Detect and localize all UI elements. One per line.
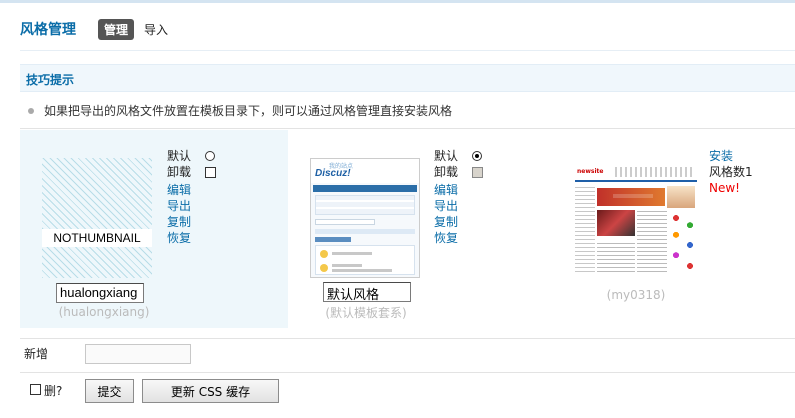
delete-checkbox[interactable] xyxy=(30,384,41,395)
top-border xyxy=(0,0,795,3)
restore-link[interactable]: 恢复 xyxy=(434,230,483,246)
divider xyxy=(20,128,795,129)
default-label: 默认 xyxy=(167,149,192,163)
bullet-icon xyxy=(28,107,34,114)
divider xyxy=(20,372,795,373)
divider xyxy=(20,50,795,51)
uninstall-checkbox-disabled xyxy=(472,166,483,178)
page-title: 风格管理 xyxy=(20,22,76,38)
style-name-input[interactable]: hualongxiang xyxy=(56,283,144,303)
nothumbnail-label: NOTHUMBNAIL xyxy=(42,229,152,247)
add-style-input[interactable] xyxy=(85,344,191,364)
restore-link[interactable]: 恢复 xyxy=(167,230,216,246)
style-options: 默认 卸载 编辑 导出 复制 恢复 xyxy=(167,148,216,246)
install-link[interactable]: 安装 xyxy=(709,148,753,164)
uninstall-checkbox[interactable] xyxy=(205,166,216,178)
new-badge: New! xyxy=(709,181,740,195)
style-thumbnail-my0318: newsite xyxy=(575,164,697,274)
style-name-input[interactable]: 默认风格 xyxy=(323,282,411,302)
style-options-my0318: 安装 风格数1 New! xyxy=(709,148,753,196)
export-link[interactable]: 导出 xyxy=(434,198,483,214)
style-count: 风格数1 xyxy=(709,165,753,179)
newsite-logo: newsite xyxy=(577,168,604,175)
tips-bar: 技巧提示 xyxy=(20,64,795,92)
style-thumbnail: NOTHUMBNAIL xyxy=(42,158,152,278)
update-css-cache-button[interactable]: 更新 CSS 缓存 xyxy=(142,379,279,403)
tip-item: 如果把导出的风格文件放置在模板目录下，则可以通过风格管理直接安装风格 xyxy=(28,102,452,119)
edit-link[interactable]: 编辑 xyxy=(167,182,216,198)
add-label: 新增 xyxy=(24,347,49,361)
tip-text: 如果把导出的风格文件放置在模板目录下，则可以通过风格管理直接安装风格 xyxy=(44,104,453,118)
style-thumbnail-default: 我的站点 Discuz! xyxy=(310,158,420,278)
copy-link[interactable]: 复制 xyxy=(434,214,483,230)
copy-link[interactable]: 复制 xyxy=(167,214,216,230)
divider xyxy=(20,338,795,339)
edit-link[interactable]: 编辑 xyxy=(434,182,483,198)
page-header: 风格管理 管理 导入 xyxy=(20,18,168,40)
style-card-hualongxiang: NOTHUMBNAIL 默认 卸载 编辑 导出 复制 恢复 hualongxia… xyxy=(20,130,288,328)
style-directory: (hualongxiang) xyxy=(58,305,150,319)
tab-manage[interactable]: 管理 xyxy=(98,18,135,40)
delete-label: 删? xyxy=(44,384,63,398)
uninstall-label: 卸载 xyxy=(167,165,192,179)
tips-title: 技巧提示 xyxy=(26,73,75,87)
default-radio-selected[interactable] xyxy=(472,151,482,161)
style-directory: (默认模板套系) xyxy=(325,306,407,320)
submit-button[interactable]: 提交 xyxy=(85,379,134,403)
style-options-default: 默认 卸载 编辑 导出 复制 恢复 xyxy=(434,148,483,246)
default-label: 默认 xyxy=(434,149,459,163)
style-directory: (my0318) xyxy=(606,288,666,302)
export-link[interactable]: 导出 xyxy=(167,198,216,214)
default-radio[interactable] xyxy=(205,151,215,161)
tab-import[interactable]: 导入 xyxy=(144,21,168,38)
discuz-logo: Discuz! xyxy=(315,168,351,179)
uninstall-label: 卸载 xyxy=(434,165,459,179)
